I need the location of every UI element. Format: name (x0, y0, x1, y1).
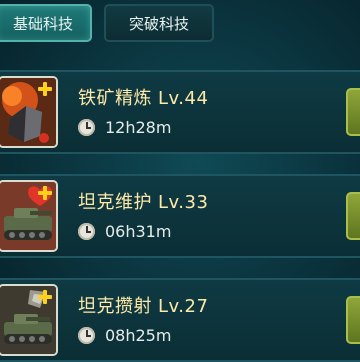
upgrade-plus-icon (38, 82, 52, 96)
upgrade-time: 08h25m (78, 326, 171, 345)
tab-bar: 基础科技 突破科技 (0, 0, 360, 52)
tech-row-tank-volley[interactable]: 坦克攒射 Lv.27 08h25m (0, 278, 360, 362)
upgrade-button[interactable] (346, 296, 360, 344)
upgrade-time: 12h28m (78, 118, 171, 137)
tech-title: 坦克攒射 Lv.27 (78, 296, 209, 317)
clock-icon (78, 223, 95, 240)
tech-row-tank-repair[interactable]: 坦克维护 Lv.33 06h31m (0, 174, 360, 258)
upgrade-plus-icon (38, 290, 52, 304)
upgrade-button[interactable] (346, 88, 360, 136)
tank-volley-icon (0, 284, 58, 356)
upgrade-button[interactable] (346, 192, 360, 240)
tech-row-iron-refine[interactable]: 铁矿精炼 Lv.44 12h28m (0, 70, 360, 154)
tab-breakthrough-tech[interactable]: 突破科技 (104, 4, 214, 42)
clock-icon (78, 119, 95, 136)
tech-title: 铁矿精炼 Lv.44 (78, 88, 209, 109)
tab-basic-tech[interactable]: 基础科技 (0, 4, 92, 42)
tank-repair-icon (0, 180, 58, 252)
tech-title: 坦克维护 Lv.33 (78, 192, 209, 213)
upgrade-plus-icon (38, 186, 52, 200)
clock-icon (78, 327, 95, 344)
upgrade-time: 06h31m (78, 222, 171, 241)
iron-ore-icon (0, 76, 58, 148)
